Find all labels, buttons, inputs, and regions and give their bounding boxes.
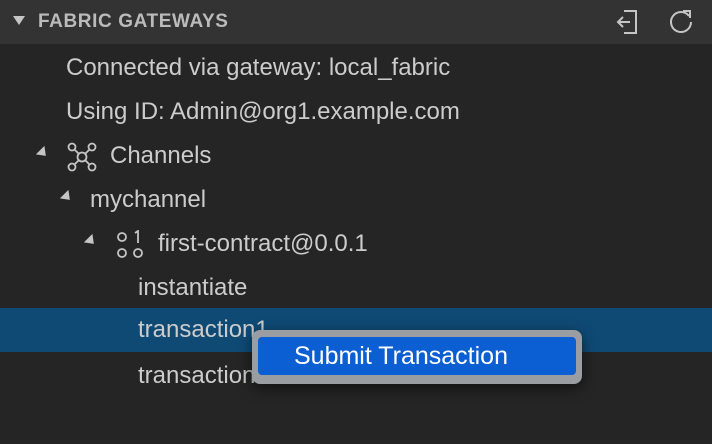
panel-title: FABRIC GATEWAYS (38, 11, 229, 32)
network-icon (67, 142, 97, 172)
transaction-label: transaction2 (138, 362, 269, 389)
contract-icon (117, 230, 143, 258)
panel-header[interactable]: FABRIC GATEWAYS (0, 0, 712, 44)
tree-item-connection[interactable]: Connected via gateway: local_fabric (0, 46, 712, 90)
collapse-caret-icon[interactable] (13, 16, 25, 25)
expand-caret-icon[interactable] (35, 145, 51, 161)
context-menu: Submit Transaction (252, 330, 582, 384)
expand-caret-icon[interactable] (83, 233, 99, 249)
refresh-icon[interactable] (666, 7, 696, 37)
tree-item-channels[interactable]: Channels (0, 134, 712, 178)
tree-item-channel[interactable]: mychannel (0, 178, 712, 222)
identity-label: Using ID: Admin@org1.example.com (66, 98, 460, 125)
channel-label: mychannel (90, 186, 207, 213)
tree-item-contract[interactable]: first-contract@0.0.1 (0, 222, 712, 266)
channels-label: Channels (110, 142, 212, 169)
expand-caret-icon[interactable] (59, 189, 75, 205)
tree-item-identity[interactable]: Using ID: Admin@org1.example.com (0, 90, 712, 134)
connection-label: Connected via gateway: local_fabric (66, 54, 451, 81)
transaction-label: transaction1 (138, 316, 269, 343)
tree-item-transaction[interactable]: instantiate (0, 266, 712, 310)
transaction-label: instantiate (138, 274, 248, 301)
submit-transaction-menu-item[interactable]: Submit Transaction (258, 337, 576, 375)
contract-label: first-contract@0.0.1 (158, 230, 368, 257)
disconnect-icon[interactable] (612, 7, 642, 37)
